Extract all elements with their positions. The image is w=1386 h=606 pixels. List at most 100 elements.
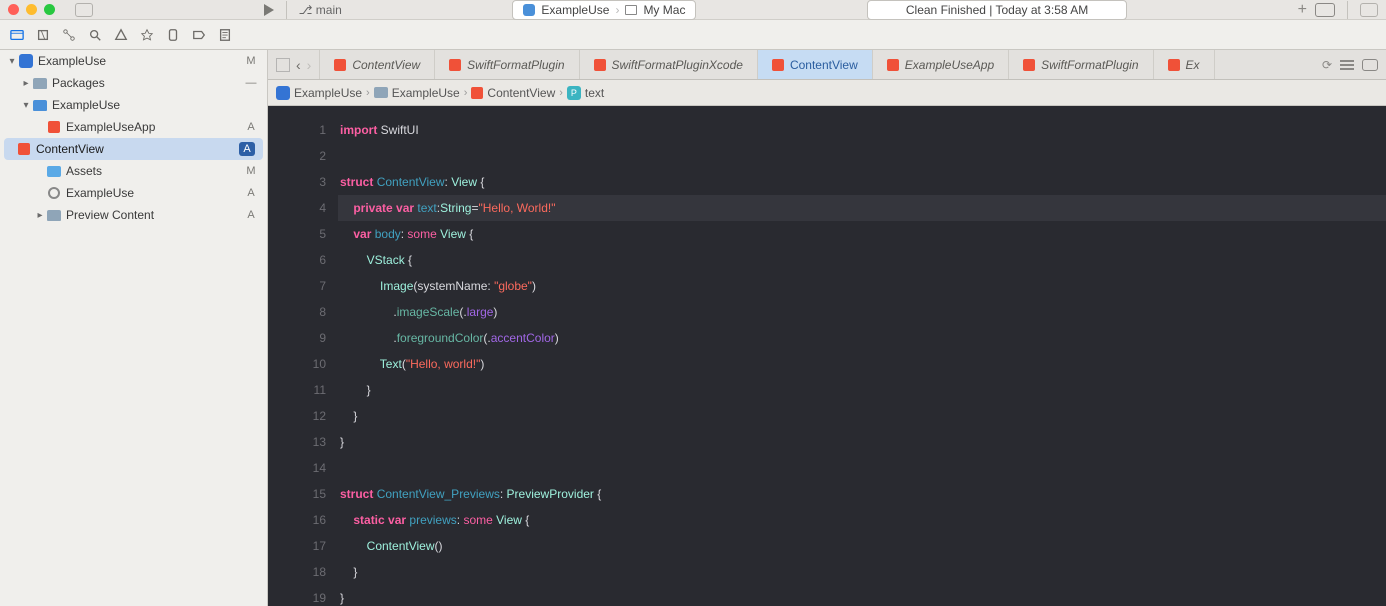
editor-tab[interactable]: SwiftFormatPluginXcode <box>580 50 758 79</box>
line-number[interactable]: 6 <box>268 247 326 273</box>
zoom-window-button[interactable] <box>44 4 55 15</box>
sidebar-item-label: ExampleUse <box>66 186 243 200</box>
editor-tab[interactable]: SwiftFormatPlugin <box>1009 50 1153 79</box>
editor-tab[interactable]: Ex <box>1154 50 1215 79</box>
disclosure-triangle[interactable]: ▸ <box>20 78 32 89</box>
code-line[interactable]: import SwiftUI <box>338 117 1386 143</box>
code-line[interactable]: struct ContentView_Previews: PreviewProv… <box>338 481 1386 507</box>
code-line[interactable] <box>338 143 1386 169</box>
nav-forward-button[interactable]: › <box>307 57 312 73</box>
project-navigator-icon[interactable] <box>8 27 26 43</box>
jump-bar[interactable]: ExampleUse›ExampleUse›ContentView›Ptext <box>268 80 1386 106</box>
activity-status[interactable]: Clean Finished | Today at 3:58 AM <box>867 0 1127 20</box>
issue-navigator-icon[interactable] <box>112 27 130 43</box>
line-number[interactable]: 4 <box>268 195 326 221</box>
line-number[interactable]: 7 <box>268 273 326 299</box>
line-number[interactable]: 5 <box>268 221 326 247</box>
line-number[interactable]: 13 <box>268 429 326 455</box>
add-editor-icon[interactable] <box>1362 59 1378 71</box>
disclosure-triangle[interactable]: ▾ <box>6 56 18 67</box>
sidebar-item-exampleuse[interactable]: ▾ExampleUse <box>0 94 267 116</box>
code-line[interactable]: .foregroundColor(.accentColor) <box>338 325 1386 351</box>
editor-tab[interactable]: ExampleUseApp <box>873 50 1009 79</box>
editor-tab[interactable]: ContentView <box>758 50 873 79</box>
minimize-window-button[interactable] <box>26 4 37 15</box>
code-line[interactable]: var body: some View { <box>338 221 1386 247</box>
refresh-icon[interactable]: ⟳ <box>1322 58 1332 72</box>
line-number[interactable]: 16 <box>268 507 326 533</box>
line-number[interactable]: 1 <box>268 117 326 143</box>
sidebar-item-assets[interactable]: AssetsM <box>0 160 267 182</box>
sidebar-item-exampleuse[interactable]: ExampleUseA <box>0 182 267 204</box>
branch-indicator[interactable]: ⎇ main <box>299 3 342 17</box>
line-number[interactable]: 17 <box>268 533 326 559</box>
debug-navigator-icon[interactable] <box>164 27 182 43</box>
swift-file-icon <box>471 87 483 99</box>
project-navigator[interactable]: ▾ExampleUseM▸Packages—▾ExampleUseExample… <box>0 50 268 606</box>
line-number[interactable]: 3 <box>268 169 326 195</box>
scheme-app-label: ExampleUse <box>541 3 609 17</box>
tab-label: SwiftFormatPlugin <box>467 58 564 72</box>
line-gutter[interactable]: 1234567891011121314151617181920 <box>268 106 338 606</box>
run-button[interactable] <box>264 4 274 16</box>
editor-tab-bar: ‹ › ContentView SwiftFormatPlugin SwiftFor… <box>268 50 1386 80</box>
toggle-left-panel-icon[interactable] <box>75 3 93 17</box>
add-button[interactable]: + <box>1298 1 1307 19</box>
sidebar-item-exampleuse[interactable]: ▾ExampleUseM <box>0 50 267 72</box>
code-line[interactable]: static var previews: some View { <box>338 507 1386 533</box>
sidebar-item-exampleuseapp[interactable]: ExampleUseAppA <box>0 116 267 138</box>
breakpoint-navigator-icon[interactable] <box>190 27 208 43</box>
code-line[interactable]: } <box>338 377 1386 403</box>
line-number[interactable]: 19 <box>268 585 326 606</box>
library-button[interactable] <box>1315 3 1335 17</box>
code-line[interactable]: ContentView() <box>338 533 1386 559</box>
scm-status-badge: A <box>243 121 259 133</box>
line-number[interactable]: 2 <box>268 143 326 169</box>
report-navigator-icon[interactable] <box>216 27 234 43</box>
code-line[interactable]: } <box>338 429 1386 455</box>
line-number[interactable]: 11 <box>268 377 326 403</box>
symbol-navigator-icon[interactable] <box>60 27 78 43</box>
source-text[interactable]: import SwiftUI struct ContentView: View … <box>338 106 1386 606</box>
source-control-navigator-icon[interactable] <box>34 27 52 43</box>
sidebar-item-packages[interactable]: ▸Packages— <box>0 72 267 94</box>
device-icon <box>625 5 637 15</box>
code-line[interactable]: .imageScale(.large) <box>338 299 1386 325</box>
scheme-selector[interactable]: ExampleUse › My Mac <box>512 0 696 20</box>
code-line[interactable]: Text("Hello, world!") <box>338 351 1386 377</box>
sidebar-item-contentview[interactable]: ContentViewA <box>4 138 263 160</box>
code-line[interactable]: } <box>338 403 1386 429</box>
editor-options-icon[interactable] <box>1340 60 1354 70</box>
find-navigator-icon[interactable] <box>86 27 104 43</box>
nav-back-button[interactable]: ‹ <box>296 57 301 73</box>
line-number[interactable]: 14 <box>268 455 326 481</box>
toggle-right-panel-icon[interactable] <box>1360 3 1378 17</box>
code-line[interactable]: private var text:String="Hello, World!" <box>338 195 1386 221</box>
line-number[interactable]: 10 <box>268 351 326 377</box>
sidebar-item-label: Preview Content <box>66 208 243 222</box>
line-number[interactable]: 12 <box>268 403 326 429</box>
line-number[interactable]: 8 <box>268 299 326 325</box>
code-line[interactable]: Image(systemName: "globe") <box>338 273 1386 299</box>
jumpbar-segment[interactable]: ExampleUse <box>374 86 460 100</box>
source-editor[interactable]: 1234567891011121314151617181920 import S… <box>268 106 1386 606</box>
code-line[interactable] <box>338 455 1386 481</box>
test-navigator-icon[interactable] <box>138 27 156 43</box>
code-line[interactable]: struct ContentView: View { <box>338 169 1386 195</box>
related-items-icon[interactable] <box>276 58 290 72</box>
code-line[interactable]: } <box>338 585 1386 606</box>
jumpbar-segment[interactable]: ContentView <box>471 86 555 100</box>
jumpbar-segment[interactable]: ExampleUse <box>276 86 362 100</box>
sidebar-item-preview-content[interactable]: ▸Preview ContentA <box>0 204 267 226</box>
code-line[interactable]: VStack { <box>338 247 1386 273</box>
line-number[interactable]: 9 <box>268 325 326 351</box>
line-number[interactable]: 18 <box>268 559 326 585</box>
jumpbar-segment[interactable]: Ptext <box>567 86 604 100</box>
editor-tab[interactable]: ContentView <box>320 50 435 79</box>
editor-tab[interactable]: SwiftFormatPlugin <box>435 50 579 79</box>
disclosure-triangle[interactable]: ▾ <box>20 100 32 111</box>
disclosure-triangle[interactable]: ▸ <box>34 210 46 221</box>
line-number[interactable]: 15 <box>268 481 326 507</box>
code-line[interactable]: } <box>338 559 1386 585</box>
close-window-button[interactable] <box>8 4 19 15</box>
